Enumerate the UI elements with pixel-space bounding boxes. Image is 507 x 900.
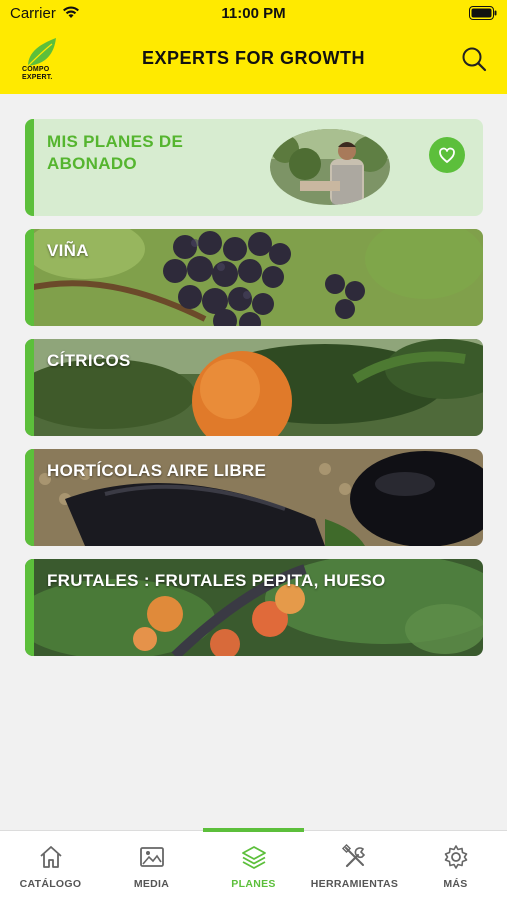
card-vina[interactable]: VIÑA	[25, 229, 483, 326]
layers-icon	[242, 846, 266, 869]
image-icon	[140, 847, 164, 867]
card-label: VIÑA	[47, 241, 89, 260]
card-citricos[interactable]: CÍTRICOS	[25, 339, 483, 436]
search-icon[interactable]	[461, 46, 487, 72]
battery-icon	[469, 6, 497, 20]
card-frutales[interactable]: FRUTALES : FRUTALES PEPITA, HUESO	[25, 559, 483, 656]
bottom-tab-bar: CATÁLOGO MEDIA PLANES HERRAMIENTAS MÁS	[0, 828, 507, 900]
card-label: MIS PLANES DE ABONADO	[47, 132, 184, 173]
status-bar: Carrier 11:00 PM	[0, 0, 507, 28]
logo-text-line2: EXPERT.	[22, 74, 53, 81]
status-time: 11:00 PM	[221, 5, 286, 22]
tab-label: MEDIA	[133, 878, 170, 890]
tab-herramientas[interactable]: HERRAMIENTAS	[304, 831, 405, 900]
header-bar: Carrier 11:00 PM COMPO EXPERT. EXPERTS F…	[0, 0, 507, 94]
card-accent	[25, 559, 34, 656]
farmer-photo	[270, 129, 390, 205]
card-accent	[25, 339, 34, 436]
tab-label: PLANES	[231, 878, 276, 890]
card-label: HORTÍCOLAS AIRE LIBRE	[47, 461, 267, 480]
vineyard-image	[25, 229, 483, 326]
page-title: EXPERTS FOR GROWTH	[141, 48, 365, 68]
heart-icon	[439, 147, 455, 163]
card-label: CÍTRICOS	[47, 351, 131, 370]
gear-icon	[444, 845, 468, 869]
tab-label: CATÁLOGO	[19, 878, 82, 890]
card-label: FRUTALES : FRUTALES PEPITA, HUESO	[47, 571, 386, 590]
favorite-button[interactable]	[429, 137, 465, 173]
tab-media[interactable]: MEDIA	[101, 831, 202, 900]
card-horticolas[interactable]: HORTÍCOLAS AIRE LIBRE	[25, 449, 483, 546]
card-accent	[25, 229, 34, 326]
tab-label: MÁS	[443, 878, 468, 890]
tab-mas[interactable]: MÁS	[405, 831, 506, 900]
card-mis-planes[interactable]: MIS PLANES DE ABONADO	[25, 119, 483, 216]
tab-planes[interactable]: PLANES	[203, 831, 304, 900]
home-icon	[40, 846, 62, 868]
card-accent	[25, 119, 34, 216]
tab-catalogo[interactable]: CATÁLOGO	[0, 831, 101, 900]
tools-icon	[341, 843, 366, 868]
tab-label: HERRAMIENTAS	[310, 878, 399, 890]
card-accent	[25, 449, 34, 546]
